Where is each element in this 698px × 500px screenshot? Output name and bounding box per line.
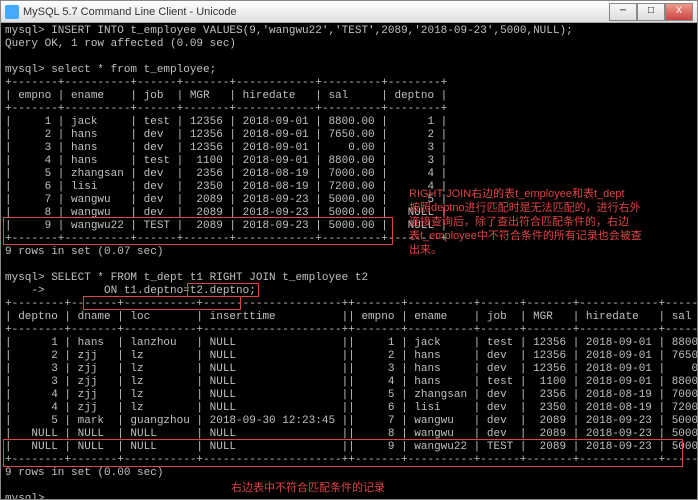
titlebar[interactable]: MySQL 5.7 Command Line Client - Unicode … xyxy=(1,1,697,23)
table-row: | 5 | mark | guangzhou | 2018-09-30 12:2… xyxy=(5,415,693,428)
rows-in-set: 9 rows in set (0.00 sec) xyxy=(5,467,693,480)
query-ok: Query OK, 1 row affected (0.09 sec) xyxy=(5,38,693,51)
table-row: | 4 | zjj | lz | NULL || 5 | zhangsan | … xyxy=(5,389,693,402)
annotation-bottom: 右边表中不符合匹配条件的记录 xyxy=(231,481,385,495)
table-header: | deptno | dname | loc | inserttime || e… xyxy=(5,311,693,324)
close-button[interactable]: X xyxy=(665,3,693,21)
table-row: | 3 | zjj | lz | NULL || 4 | hans | test… xyxy=(5,376,693,389)
maximize-button[interactable]: □ xyxy=(637,3,665,21)
app-window: MySQL 5.7 Command Line Client - Unicode … xyxy=(0,0,698,500)
table-row: | 5 | zhangsan | dev | 2356 | 2018-08-19… xyxy=(5,168,693,181)
terminal-output[interactable]: mysql> INSERT INTO t_employee VALUES(9,'… xyxy=(1,23,697,499)
table-row: | 1 | jack | test | 12356 | 2018-09-01 |… xyxy=(5,116,693,129)
table-row: | 2 | zjj | lz | NULL || 2 | hans | dev … xyxy=(5,350,693,363)
minimize-button[interactable]: ─ xyxy=(609,3,637,21)
table-border: +-------+----------+------+-------+-----… xyxy=(5,77,693,90)
sql-select-1: mysql> select * from t_employee; xyxy=(5,64,693,77)
app-icon xyxy=(5,5,19,19)
table-border: +--------+-------+-----------+----------… xyxy=(5,454,693,467)
table-row: | NULL | NULL | NULL | NULL || 9 | wangw… xyxy=(5,441,693,454)
table-row: | 3 | zjj | lz | NULL || 3 | hans | dev … xyxy=(5,363,693,376)
window-title: MySQL 5.7 Command Line Client - Unicode xyxy=(23,6,609,18)
table-row: | 4 | hans | test | 1100 | 2018-09-01 | … xyxy=(5,155,693,168)
sql-select-2b: -> ON t1.deptno=t2.deptno; xyxy=(5,285,693,298)
annotation-right-join-explain: RIGHT JOIN右边的表t_employee和表t_dept按照deptno… xyxy=(409,187,691,257)
table-border: +--------+-------+-----------+----------… xyxy=(5,324,693,337)
table-header: | empno | ename | job | MGR | hiredate |… xyxy=(5,90,693,103)
table-row: | 3 | hans | dev | 12356 | 2018-09-01 | … xyxy=(5,142,693,155)
table-row: | 4 | zjj | lz | NULL || 6 | lisi | dev … xyxy=(5,402,693,415)
sql-select-2a: mysql> SELECT * FROM t_dept t1 RIGHT JOI… xyxy=(5,272,693,285)
table-border: +-------+----------+------+-------+-----… xyxy=(5,103,693,116)
table-row: | NULL | NULL | NULL | NULL || 8 | wangw… xyxy=(5,428,693,441)
table-row: | 2 | hans | dev | 12356 | 2018-09-01 | … xyxy=(5,129,693,142)
table-row: | 1 | hans | lanzhou | NULL || 1 | jack … xyxy=(5,337,693,350)
table-border: +--------+-------+-----------+----------… xyxy=(5,298,693,311)
sql-insert: mysql> INSERT INTO t_employee VALUES(9,'… xyxy=(5,25,693,38)
